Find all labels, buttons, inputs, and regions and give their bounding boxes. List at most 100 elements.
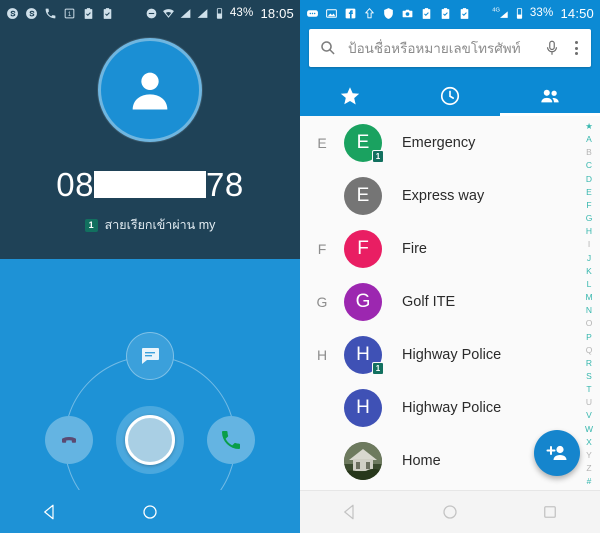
tab-contacts[interactable] [500,76,600,116]
message-icon [142,348,159,364]
incoming-call-controls: iPhone Droid [0,259,300,490]
dual-phone-screenshot: 1 43% 18:05 08 78 1 สายเรียกเข้าผ่าน my … [0,0,600,533]
nav-back-button[interactable] [0,503,100,521]
call-slider-handle[interactable] [116,406,184,474]
decline-call-icon [62,437,76,443]
index-letter-hash[interactable]: # [587,477,592,486]
index-letter-d[interactable]: D [586,175,592,184]
index-letter-z[interactable]: Z [586,464,591,473]
nav-back-button[interactable] [300,503,400,521]
index-letter-m[interactable]: M [585,293,592,302]
send-message-button[interactable] [126,332,174,380]
caller-number: 08 78 [56,168,243,201]
index-letter-y[interactable]: Y [586,451,592,460]
signal-bar-icon [196,7,209,20]
index-letter-q[interactable]: Q [586,346,593,355]
nav-bar-right [300,490,600,533]
overflow-menu-icon[interactable] [572,41,581,55]
answer-call-icon [222,431,240,449]
contact-name: Express way [402,187,485,204]
avatar [344,441,382,480]
avatar: F [344,229,382,268]
do-not-disturb-icon [145,7,158,20]
camera-icon [401,7,414,20]
index-letter-f[interactable]: F [586,201,591,210]
incoming-via-row: 1 สายเรียกเข้าผ่าน my [84,215,216,235]
index-letter-u[interactable]: U [586,398,592,407]
index-letter-c[interactable]: C [586,161,592,170]
list-item[interactable]: E E 1 Emergency [300,116,600,169]
index-letter-p[interactable]: P [586,332,592,342]
clipboard-check-icon [82,7,95,20]
message-icon [306,7,319,20]
sim-1-badge: 1 [372,149,384,163]
list-item[interactable]: H H 1 Highway Police [300,328,600,381]
add-contact-button[interactable] [534,430,580,476]
index-letter-x[interactable]: X [586,438,592,447]
alphabet-index[interactable]: ★ A B C D E F G H I J K L M N O P Q R S [581,122,597,486]
section-letter: E [317,134,327,151]
index-letter-t[interactable]: T [586,385,591,394]
avatar-initial: G [344,282,382,321]
microphone-icon[interactable] [543,39,561,57]
battery-icon [213,7,226,20]
phone-screen-contacts: 4G 33% 14:50 ป้อนชื่อหรือหมายเลขโทรศัพท์ [300,0,600,533]
index-letter-g[interactable]: G [586,214,593,223]
signal-4g-icon: 4G [491,7,509,20]
clipboard-check-icon [439,7,452,20]
index-letter-v[interactable]: V [586,411,592,420]
contact-list[interactable]: E E 1 Emergency E Express way F F Fire G… [300,116,600,490]
index-letter-e[interactable]: E [586,188,592,197]
sim-1-icon: 1 [63,7,76,20]
index-letter-i[interactable]: I [588,240,590,249]
index-letter-k[interactable]: K [586,267,592,276]
people-icon [541,89,559,103]
avatar: E [344,176,382,215]
index-letter-l[interactable]: L [587,280,592,289]
search-input[interactable]: ป้อนชื่อหรือหมายเลขโทรศัพท์ [348,37,532,59]
battery-percent-label: 43% [229,7,254,19]
index-letter-star[interactable]: ★ [585,122,593,131]
index-letter-n[interactable]: N [586,306,592,315]
incoming-via-label: สายเรียกเข้าผ่าน my [104,218,216,232]
nav-home-button[interactable] [400,503,500,521]
tab-recents[interactable] [400,76,500,116]
index-letter-s[interactable]: S [586,372,592,381]
shield-icon [382,7,395,20]
index-letter-a[interactable]: A [586,135,592,144]
index-letter-r[interactable]: R [586,359,592,368]
recents-icon [544,506,556,518]
index-letter-o[interactable]: O [586,319,593,328]
answer-call-button[interactable] [207,416,255,464]
index-letter-j[interactable]: J [587,254,591,263]
star-icon [340,87,360,105]
list-item[interactable]: F F Fire [300,222,600,275]
nav-recents-button[interactable] [500,503,600,521]
list-item[interactable]: G G Golf ITE [300,275,600,328]
index-letter-w[interactable]: W [585,425,593,434]
contact-name: Emergency [402,134,476,151]
home-icon [443,505,457,519]
status-bar-right-right-icons: 4G 33% 14:50 [491,6,594,21]
status-bar-left: 1 43% 18:05 [0,0,300,26]
caller-number-suffix: 78 [206,166,244,203]
nav-home-button[interactable] [100,503,200,521]
section-letter: G [316,293,328,310]
section-letter: F [317,240,327,257]
list-item[interactable]: H Highway Police [300,381,600,434]
upload-icon [363,7,376,20]
svg-text:1: 1 [68,11,72,17]
search-bar[interactable]: ป้อนชื่อหรือหมายเลขโทรศัพท์ [309,29,591,67]
index-letter-b[interactable]: B [586,148,592,157]
phone-call-icon [44,7,57,20]
tab-favorites[interactable] [300,76,400,116]
add-contact-icon [546,445,567,460]
status-bar-clock: 14:50 [560,5,594,21]
back-icon [344,504,354,520]
photo-icon [325,7,338,20]
index-letter-h[interactable]: H [586,227,592,236]
avatar: H [344,388,382,427]
list-item[interactable]: E Express way [300,169,600,222]
decline-call-button[interactable] [45,416,93,464]
skype-icon [25,7,38,20]
